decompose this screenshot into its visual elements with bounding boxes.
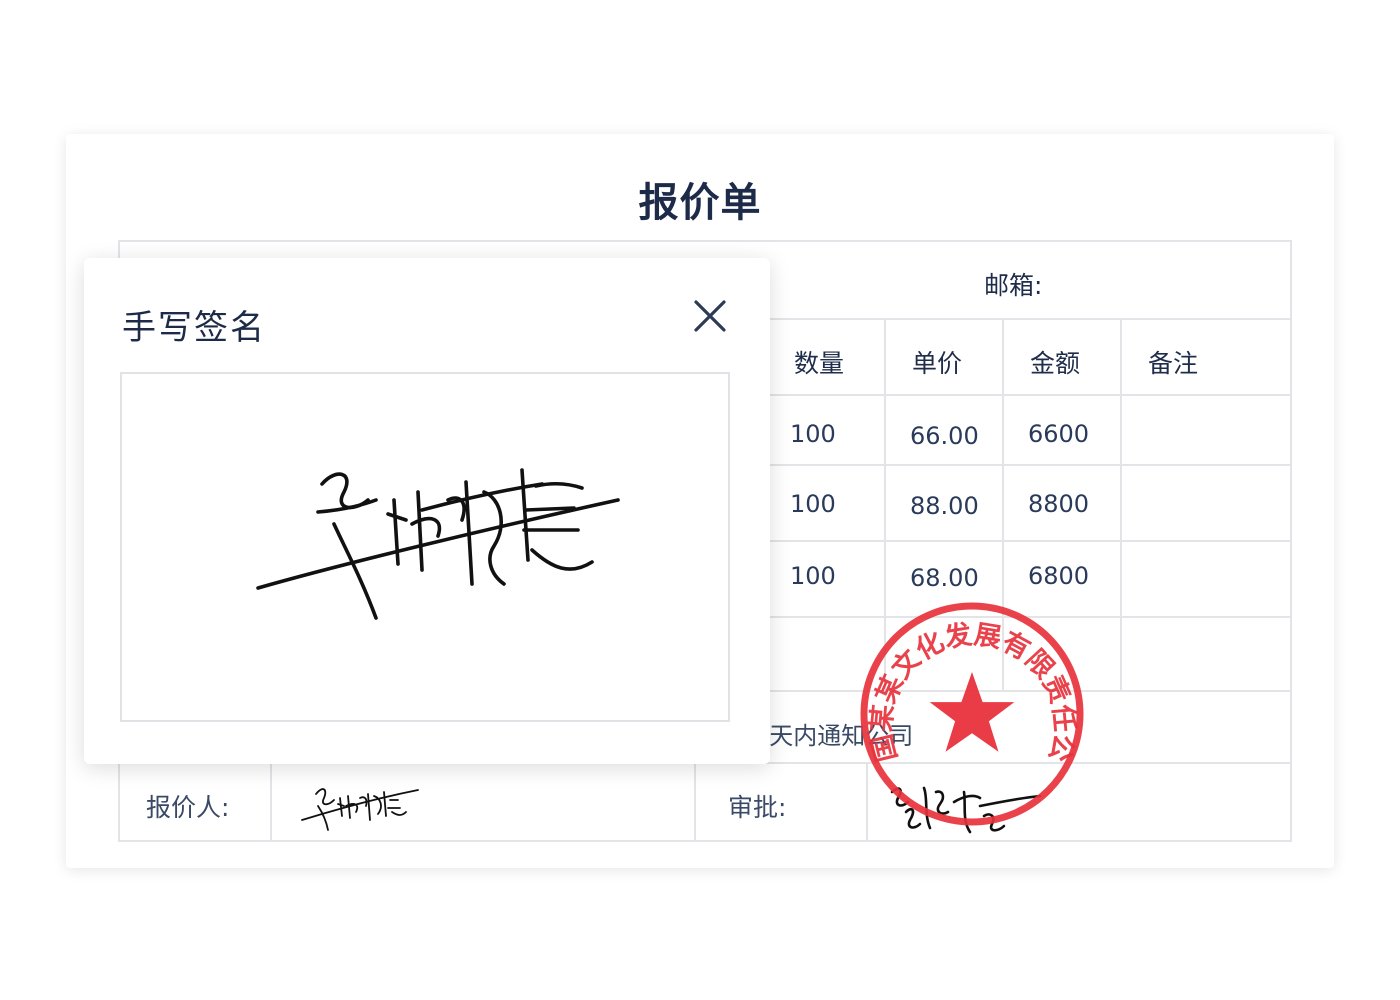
quoter-label: 报价人: [146, 793, 230, 822]
col-divider [1120, 318, 1122, 692]
header-unit-price: 单价 [912, 349, 963, 378]
signature-dialog: 手写签名 [84, 258, 770, 764]
approval-label: 审批: [728, 793, 787, 822]
row2-unit-price: 88.00 [910, 492, 979, 520]
row2-amount: 8800 [1028, 490, 1090, 518]
row3-unit-price: 68.00 [910, 564, 979, 592]
close-button[interactable] [688, 294, 732, 338]
email-label: 邮箱: [984, 271, 1043, 300]
document-title: 报价单 [638, 180, 762, 226]
quoter-signature [301, 788, 419, 831]
seal-text: 中国某某文化发展有限责任公司 [856, 598, 1080, 765]
col-divider [270, 762, 272, 842]
row3-amount: 6800 [1028, 562, 1090, 590]
row3-quantity: 100 [790, 562, 836, 590]
header-quantity: 数量 [794, 349, 845, 378]
star-icon [929, 672, 1015, 752]
svg-text:中国某某文化发展有限责任公司: 中国某某文化发展有限责任公司 [856, 598, 1080, 765]
row2-quantity: 100 [790, 490, 836, 518]
col-divider [694, 762, 696, 842]
row1-unit-price: 66.00 [910, 422, 979, 450]
company-seal: 中国某某文化发展有限责任公司 [856, 598, 1084, 826]
header-remark: 备注 [1148, 349, 1199, 378]
row1-amount: 6600 [1028, 420, 1090, 448]
signature-canvas[interactable] [120, 372, 730, 722]
header-amount: 金额 [1030, 349, 1081, 378]
row1-quantity: 100 [790, 420, 836, 448]
dialog-title: 手写签名 [122, 308, 266, 348]
handwritten-signature [256, 468, 620, 620]
close-icon [694, 300, 726, 332]
